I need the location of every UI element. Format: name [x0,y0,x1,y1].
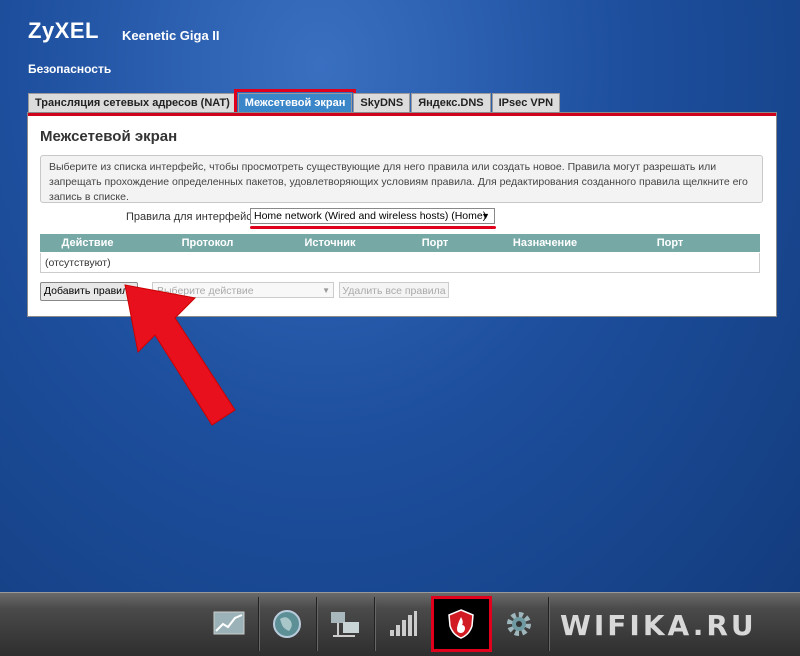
network-icon[interactable] [316,597,375,651]
brand-logo: ZyXEL [28,18,99,43]
interface-select[interactable]: Home network (Wired and wireless hosts) … [250,208,495,224]
interface-select-value: Home network (Wired and wireless hosts) … [254,210,487,222]
shield-icon[interactable] [431,596,492,652]
table-row-empty: (отсутствуют) [40,253,760,273]
column-source-port: Порт [421,237,449,249]
panel-title: Межсетевой экран [40,128,178,145]
column-source: Источник [304,237,356,249]
watermark: WIFIKA.RU [560,609,757,642]
column-destination-port: Порт [656,237,684,249]
tab-firewall[interactable]: Межсетевой экран [233,89,357,116]
globe-icon[interactable] [258,597,317,651]
column-destination: Назначение [512,237,578,249]
red-arrow-annotation [124,284,236,426]
gear-icon[interactable] [490,597,549,651]
info-box: Выберите из списка интерфейс, чтобы прос… [40,155,763,203]
tab-yandex-dns[interactable]: Яндекс.DNS [411,93,491,112]
interface-label: Правила для интерфейса: [126,211,261,223]
tab-nat[interactable]: Трансляция сетевых адресов (NAT) [28,93,237,112]
monitor-icon[interactable] [200,597,259,651]
tab-ipsec-vpn[interactable]: IPsec VPN [491,93,561,112]
section-title: Безопасность [28,62,112,76]
highlight-underline [250,226,496,229]
rules-table-header: Действие Протокол Источник Порт Назначен… [40,234,760,252]
column-protocol: Протокол [181,237,234,249]
device-model: Keenetic Giga II [122,28,220,43]
tab-bar: Трансляция сетевых адресов (NAT) Межсете… [28,89,561,116]
taskbar: WIFIKA.RU [0,592,800,656]
wifi-signal-icon[interactable] [374,597,433,651]
column-action: Действие [61,237,114,249]
chevron-down-icon: ▼ [481,211,490,221]
delete-all-rules-button[interactable]: Удалить все правила [339,282,449,298]
chevron-down-icon: ▼ [322,286,330,295]
tab-skydns[interactable]: SkyDNS [353,93,411,112]
